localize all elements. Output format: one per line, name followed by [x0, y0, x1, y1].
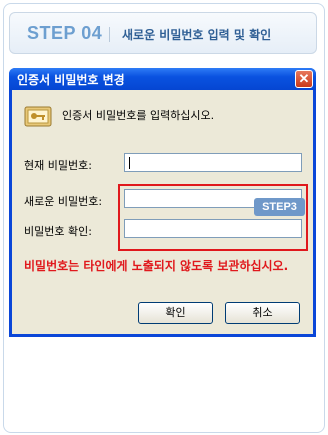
- current-password-label: 현재 비밀번호:: [24, 159, 92, 172]
- new-password-label: 새로운 비밀번호:: [24, 195, 103, 208]
- dialog-titlebar: 인증서 비밀번호 변경 ✕: [9, 68, 316, 90]
- step-header: STEP 04 새로운 비밀번호 입력 및 확인: [9, 12, 317, 54]
- step3-badge: STEP3: [254, 198, 305, 216]
- dialog-prompt: 인증서 비밀번호를 입력하십시오.: [62, 109, 215, 122]
- dialog-body: 인증서 비밀번호를 입력하십시오. 현재 비밀번호: 새로운 비밀번호: 비밀번…: [12, 90, 313, 334]
- step-title: 새로운 비밀번호 입력 및 확인: [122, 28, 272, 42]
- current-password-field[interactable]: [124, 153, 302, 172]
- keys-icon: [24, 106, 52, 127]
- ok-button[interactable]: 확인: [138, 302, 213, 324]
- cancel-button[interactable]: 취소: [225, 302, 300, 324]
- dialog-title: 인증서 비밀번호 변경: [17, 73, 125, 87]
- change-password-dialog: 인증서 비밀번호 변경 ✕ 인증서 비밀번호를 입력하십시오. 현재 비밀번호:…: [9, 68, 316, 337]
- text-caret: [129, 157, 130, 169]
- step-number: STEP 04: [27, 23, 103, 43]
- step3-highlight-box: [118, 184, 308, 251]
- step-divider: [109, 27, 110, 42]
- confirm-password-label: 비밀번호 확인:: [24, 225, 92, 238]
- warning-text: 비밀번호는 타인에게 노출되지 않도록 보관하십시오.: [24, 259, 289, 273]
- close-icon[interactable]: ✕: [295, 70, 313, 88]
